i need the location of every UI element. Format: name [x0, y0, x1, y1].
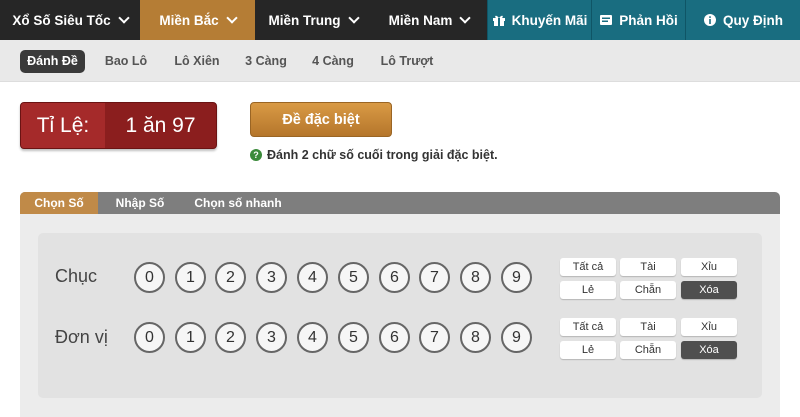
payout-ratio: Tỉ Lệ: 1 ăn 97: [20, 102, 217, 149]
nav-mien-nam[interactable]: Miền Nam: [371, 0, 487, 40]
select-even-button-chuc[interactable]: Chẵn: [620, 281, 676, 299]
tab-chon-so[interactable]: Chọn Số: [20, 192, 98, 214]
nav-label: Phản Hồi: [619, 12, 678, 28]
ratio-label: Tỉ Lệ:: [21, 103, 105, 148]
input-mode-tabs: Chọn Số Nhập Số Chọn số nhanh: [20, 192, 780, 214]
chevron-down-icon: [347, 12, 360, 24]
clear-button-chuc[interactable]: Xóa: [681, 281, 737, 299]
chevron-down-icon: [459, 12, 472, 24]
tab-lo-xien[interactable]: Lô Xiên: [166, 50, 228, 73]
digit-button-chuc-8[interactable]: 8: [460, 262, 491, 293]
nav-mien-trung[interactable]: Miền Trung: [255, 0, 371, 40]
select-all-button-donvi[interactable]: Tất cả: [560, 318, 616, 336]
tab-chon-so-nhanh[interactable]: Chọn số nhanh: [186, 192, 290, 214]
bet-type-tabs: Đánh Đề Bao Lô Lô Xiên 3 Càng 4 Càng Lô …: [0, 40, 800, 82]
hint-text: Đánh 2 chữ số cuối trong giải đặc biệt.: [267, 148, 498, 162]
digit-button-chuc-2[interactable]: 2: [215, 262, 246, 293]
nav-label: Miền Nam: [388, 12, 453, 28]
nav-khuyen-mai[interactable]: Khuyến Mãi: [487, 0, 591, 40]
digit-button-chuc-9[interactable]: 9: [501, 262, 532, 293]
digit-button-donvi-9[interactable]: 9: [501, 322, 532, 353]
select-all-button-chuc[interactable]: Tất cả: [560, 258, 616, 276]
digit-button-donvi-8[interactable]: 8: [460, 322, 491, 353]
digit-button-donvi-6[interactable]: 6: [379, 322, 410, 353]
nav-label: Miền Bắc: [159, 12, 219, 28]
digit-button-chuc-5[interactable]: 5: [338, 262, 369, 293]
digit-button-donvi-7[interactable]: 7: [419, 322, 450, 353]
nav-label: Quy Định: [723, 12, 783, 28]
top-navigation: Xổ Số Siêu Tốc Miền Bắc Miền Trung Miền …: [0, 0, 800, 40]
digit-button-donvi-4[interactable]: 4: [297, 322, 328, 353]
gift-icon: [492, 15, 505, 26]
row-label-chuc: Chục: [55, 266, 98, 286]
info-icon: [704, 14, 716, 26]
digit-button-chuc-4[interactable]: 4: [297, 262, 328, 293]
nav-mien-bac[interactable]: Miền Bắc: [140, 0, 255, 40]
select-even-button-donvi[interactable]: Chẵn: [620, 341, 676, 359]
row-label-don-vi: Đơn vị: [55, 327, 108, 347]
nav-phan-hoi[interactable]: Phản Hồi: [591, 0, 685, 40]
tab-4-cang[interactable]: 4 Càng: [303, 50, 363, 73]
nav-label: Xổ Số Siêu Tốc: [12, 12, 111, 28]
select-big-button-donvi[interactable]: Tài: [620, 318, 676, 336]
ratio-value: 1 ăn 97: [125, 114, 196, 137]
clear-button-donvi[interactable]: Xóa: [681, 341, 737, 359]
digit-button-donvi-0[interactable]: 0: [134, 322, 165, 353]
nav-label: Khuyến Mãi: [511, 12, 588, 28]
digit-button-chuc-3[interactable]: 3: [256, 262, 287, 293]
chevron-down-icon: [225, 12, 238, 24]
digit-button-chuc-0[interactable]: 0: [134, 262, 165, 293]
nav-label: Miền Trung: [268, 12, 341, 28]
de-dac-biet-button[interactable]: Đề đặc biệt: [250, 102, 392, 137]
digit-button-chuc-1[interactable]: 1: [175, 262, 206, 293]
tab-lo-truot[interactable]: Lô Trượt: [372, 50, 442, 73]
nav-quy-dinh[interactable]: Quy Định: [685, 0, 800, 40]
tab-danh-de[interactable]: Đánh Đề: [20, 50, 85, 73]
digit-button-chuc-7[interactable]: 7: [419, 262, 450, 293]
select-odd-button-chuc[interactable]: Lẻ: [560, 281, 616, 299]
digit-button-donvi-5[interactable]: 5: [338, 322, 369, 353]
feedback-icon: [600, 15, 613, 25]
select-small-button-chuc[interactable]: Xỉu: [681, 258, 737, 276]
select-small-button-donvi[interactable]: Xỉu: [681, 318, 737, 336]
digit-button-donvi-2[interactable]: 2: [215, 322, 246, 353]
digit-button-donvi-1[interactable]: 1: [175, 322, 206, 353]
tab-bao-lo[interactable]: Bao Lô: [96, 50, 156, 73]
select-odd-button-donvi[interactable]: Lẻ: [560, 341, 616, 359]
question-icon: ?: [250, 149, 262, 161]
select-big-button-chuc[interactable]: Tài: [620, 258, 676, 276]
tab-3-cang[interactable]: 3 Càng: [236, 50, 296, 73]
bet-hint: ? Đánh 2 chữ số cuối trong giải đặc biệt…: [250, 148, 498, 162]
digit-button-donvi-3[interactable]: 3: [256, 322, 287, 353]
chevron-down-icon: [117, 12, 130, 24]
nav-xo-so-sieu-toc[interactable]: Xổ Số Siêu Tốc: [0, 0, 140, 40]
digit-button-chuc-6[interactable]: 6: [379, 262, 410, 293]
tab-nhap-so[interactable]: Nhập Số: [104, 192, 176, 214]
